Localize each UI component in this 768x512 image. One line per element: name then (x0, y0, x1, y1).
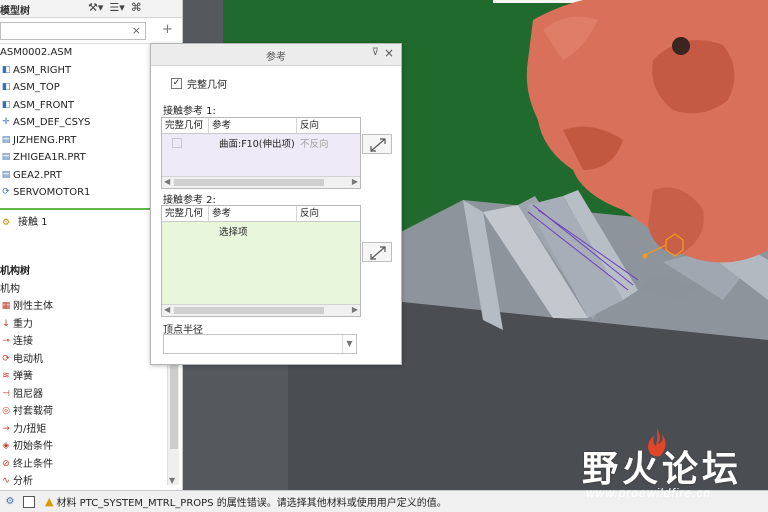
mechanism-item-label: 终止条件 (13, 458, 53, 470)
ref2-scroll-thumb[interactable] (174, 307, 324, 314)
contact-ref2-label: 接触参考 2: (163, 195, 216, 206)
tree-item-label: ASM_FRONT (13, 99, 74, 111)
connection-icon: ⊸ (2, 336, 10, 346)
gravity-icon: ↓ (2, 318, 10, 329)
rigid-body-icon: ▦ (1, 301, 11, 311)
ref2-reference[interactable]: 选择项 (209, 224, 297, 238)
contact-ref2-table: 完整几何 参考 反向 选择项 ◀ ▶ (161, 205, 361, 317)
mechanism-item-label: 重力 (13, 318, 33, 330)
scroll-left-icon[interactable]: ◀ (164, 305, 170, 314)
part-icon: ▤ (1, 152, 11, 162)
model-tree-title: 模型树 (0, 6, 30, 17)
part-icon: ▤ (1, 134, 11, 145)
ref1-scroll-thumb[interactable] (174, 179, 324, 186)
scroll-right-icon[interactable]: ▶ (352, 305, 358, 314)
ref1-direction[interactable]: 不反向 (297, 136, 360, 150)
mechanism-tree-item[interactable]: → 力/扭矩 (0, 421, 182, 439)
mechanism-item-label: 弹簧 (13, 371, 33, 382)
model-icon[interactable]: ⚙ (3, 495, 17, 509)
mechanism-item-label: 初始条件 (13, 441, 53, 452)
ref1-body: 曲面:F10(伸出项) 不反向 ◀ ▶ (162, 134, 360, 188)
tree-item-label: SERVOMOTOR1 (13, 187, 91, 198)
flip-direction-icon (370, 138, 386, 152)
dialog-title: 参考 (266, 52, 286, 63)
analysis-icon: ∿ (2, 476, 10, 486)
contact-icon: ⚙ (1, 217, 11, 228)
tree-item-label: ASM0002.ASM (0, 47, 73, 58)
mechanism-item-label: 力/扭矩 (13, 423, 47, 435)
tree-search-row: × + (0, 18, 182, 44)
dialog-titlebar[interactable]: 参考 ⊽ × (151, 44, 401, 66)
datum-plane-icon: ◧ (1, 82, 11, 92)
full-geometry-checkbox[interactable]: ✓ 完整几何 (171, 76, 227, 91)
bushing-icon: ◎ (2, 406, 10, 416)
damper-icon: ⊣ (2, 388, 10, 399)
tree-filter-icon[interactable]: ⌘ (131, 1, 142, 14)
mechanism-item-label: 连接 (13, 336, 33, 347)
watermark-logo: 野火论坛 www.proewildfire.cn (582, 428, 762, 508)
tree-search-input[interactable]: × (0, 22, 146, 40)
ref1-hscrollbar[interactable]: ◀ ▶ (162, 176, 360, 188)
checkbox-checked-icon[interactable]: ✓ (171, 78, 182, 89)
mechanism-item-label: 分析 (13, 476, 33, 487)
window-toggle-icon[interactable] (23, 495, 35, 508)
mechanism-item-label: 电动机 (13, 353, 43, 365)
ref1-flip-button[interactable] (362, 134, 392, 154)
tree-item-label: ASM_DEF_CSYS (13, 117, 91, 128)
mechanism-tree-item[interactable]: ⊣ 阻尼器 (0, 386, 182, 404)
chevron-down-icon[interactable]: ▼ (342, 335, 356, 353)
mechanism-tree-item[interactable]: ◎ 衬套载荷 (0, 403, 182, 421)
datum-plane-icon: ◧ (1, 64, 11, 75)
part-icon: ▤ (1, 169, 11, 180)
initial-condition-icon: ◈ (2, 441, 10, 451)
dialog-close-icon[interactable]: × (384, 46, 394, 60)
spring-icon: ≋ (2, 371, 10, 381)
force-icon: → (2, 423, 10, 434)
tree-item-label: JIZHENG.PRT (13, 134, 77, 146)
mechanism-tree-item[interactable]: ⊘ 终止条件 (0, 456, 182, 474)
mechanism-tree-item[interactable]: ≋ 弹簧 (0, 368, 182, 386)
mechanism-item-label: 阻尼器 (13, 388, 43, 400)
servo-motor-icon: ⟳ (2, 187, 10, 197)
dialog-pin-icon[interactable]: ⊽ (372, 47, 379, 58)
status-message: 材料 PTC_SYSTEM_MTRL_PROPS 的属性错误。请选择其他材料或使… (56, 498, 447, 509)
add-filter-icon[interactable]: + (162, 22, 173, 37)
warning-icon: ▲ (45, 495, 54, 508)
scroll-down-icon[interactable]: ▼ (169, 476, 175, 485)
tree-tools-icon[interactable]: ⚒▾ (88, 1, 103, 14)
scroll-right-icon[interactable]: ▶ (352, 177, 358, 186)
tree-item-label: ASM_RIGHT (13, 64, 72, 76)
vertex-radius-select[interactable]: ▼ (163, 334, 357, 354)
ref2-flip-button[interactable] (362, 242, 392, 262)
row-checkbox[interactable] (172, 138, 182, 148)
flip-direction-icon (370, 246, 386, 260)
stop-condition-icon: ⊘ (2, 458, 10, 469)
table-header: 完整几何 参考 反向 (162, 206, 360, 222)
tree-toolbar: 模型树 ⚒▾ ☰▾ ⌘ (0, 0, 182, 18)
table-row[interactable]: 选择项 (162, 222, 360, 240)
watermark-text: 野火论坛 (582, 448, 743, 490)
datum-plane-icon: ◧ (1, 99, 11, 110)
tree-item-label: ASM_TOP (13, 82, 60, 93)
ref2-hscrollbar[interactable]: ◀ ▶ (162, 304, 360, 316)
tree-settings-icon[interactable]: ☰▾ (109, 1, 124, 14)
ref1-reference[interactable]: 曲面:F10(伸出项) (209, 136, 297, 150)
mechanism-tree-item[interactable]: ◈ 初始条件 (0, 438, 182, 456)
table-header: 完整几何 参考 反向 (162, 118, 360, 134)
scroll-left-icon[interactable]: ◀ (164, 177, 170, 186)
contact-ref1-label: 接触参考 1: (163, 106, 216, 117)
tree-item-label: GEA2.PRT (13, 169, 62, 181)
table-row[interactable]: 曲面:F10(伸出项) 不反向 (162, 134, 360, 152)
mechanism-item-label: 刚性主体 (13, 301, 53, 312)
references-dialog: 参考 ⊽ × ✓ 完整几何 接触参考 1: 完整几何 参考 反向 曲面:F10(… (150, 43, 402, 365)
csys-icon: ✛ (2, 117, 10, 127)
motor-icon: ⟳ (2, 353, 10, 364)
mechanism-item-label: 衬套载荷 (13, 406, 53, 417)
watermark-url: www.proewildfire.cn (586, 486, 712, 500)
tree-item-label: ZHIGEA1R.PRT (13, 152, 86, 163)
ref2-body[interactable]: 选择项 ◀ ▶ (162, 222, 360, 316)
clear-search-icon[interactable]: × (132, 24, 141, 37)
contact-ref1-table: 完整几何 参考 反向 曲面:F10(伸出项) 不反向 ◀ ▶ (161, 117, 361, 189)
mechanism-tree-item[interactable]: ∿ 分析 (0, 473, 182, 490)
